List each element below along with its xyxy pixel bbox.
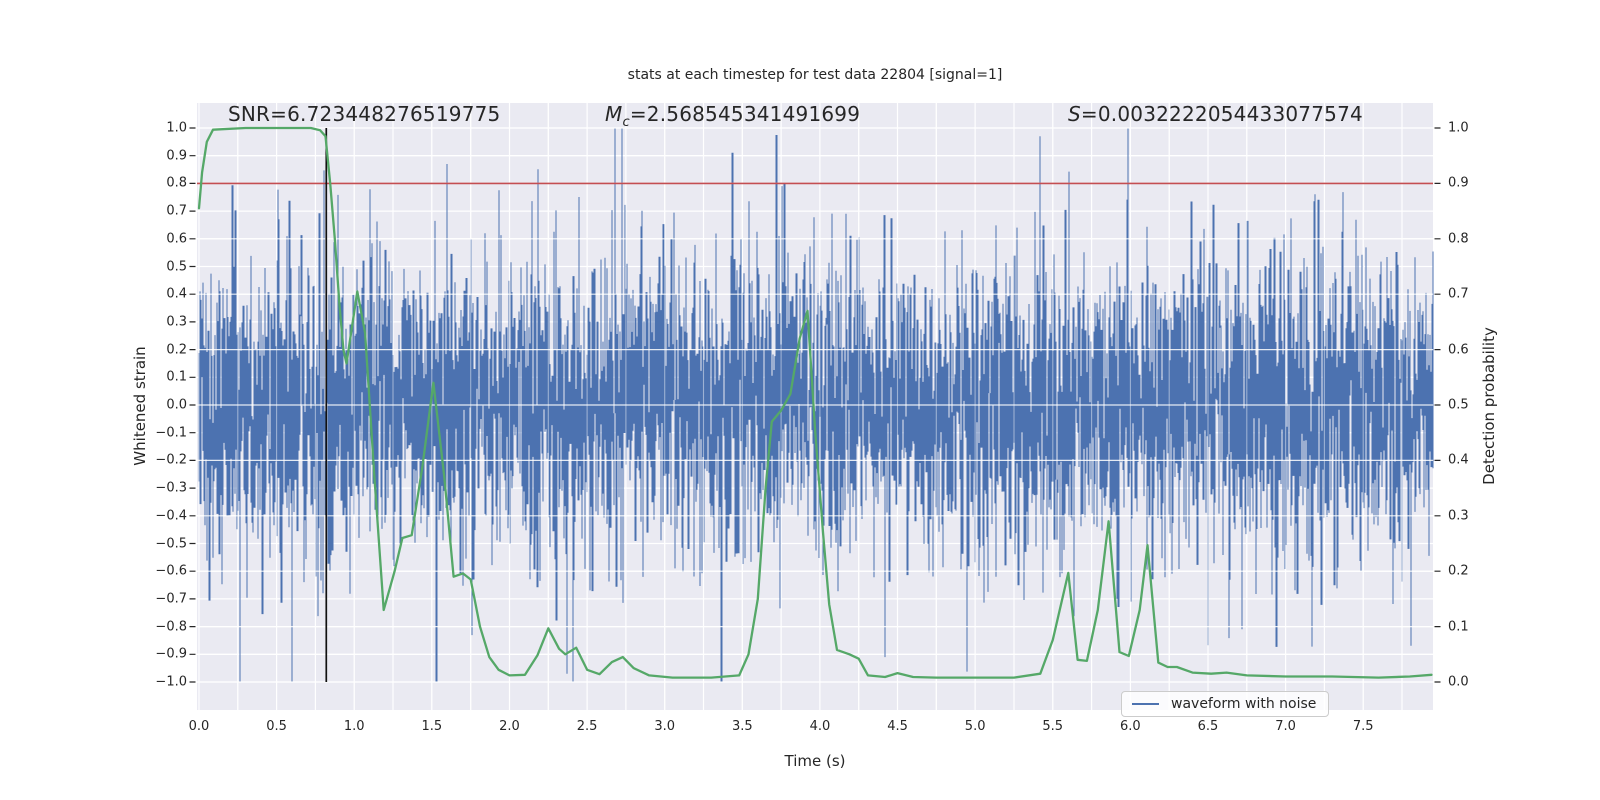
x-tick-label: 1.5 — [421, 719, 443, 734]
x-tick-label: 7.0 — [1275, 719, 1296, 734]
annotation-mc-prefix: M — [605, 102, 623, 126]
right-y-tick-label: 0.7 — [1448, 286, 1469, 302]
left-y-tick-label: −0.6 — [155, 563, 187, 579]
left-y-tick-label: 0.0 — [166, 397, 187, 413]
right-tick-marks — [1434, 127, 1441, 683]
right-y-tick-label: 0.4 — [1448, 452, 1469, 468]
x-tick-label: 2.0 — [499, 719, 520, 734]
right-y-tick-label: 0.9 — [1448, 175, 1469, 191]
x-tick-label: 7.5 — [1352, 719, 1374, 734]
x-tick-label: 2.5 — [576, 719, 598, 734]
left-y-tick-label: 0.7 — [166, 203, 187, 219]
annotation-s-stat: S=0.0032222054433077574 — [1068, 102, 1363, 126]
left-y-tick-label: −0.1 — [155, 425, 187, 441]
annotation-s-value: =0.0032222054433077574 — [1080, 102, 1363, 126]
x-tick-label: 0.0 — [188, 719, 210, 734]
x-tick-label: 4.0 — [809, 719, 831, 734]
left-tick-marks — [189, 127, 196, 683]
left-y-tick-label: −0.4 — [155, 508, 187, 524]
annotation-s-prefix: S — [1068, 102, 1081, 126]
x-tick-label: 4.5 — [887, 719, 908, 734]
right-y-tick-label: 0.6 — [1448, 342, 1469, 358]
x-tick-label: 5.5 — [1042, 719, 1064, 734]
x-tick-label: 6.5 — [1197, 719, 1219, 734]
left-y-tick-label: −0.2 — [155, 452, 187, 468]
left-y-tick-label: 0.3 — [166, 314, 187, 330]
x-axis-label: Time (s) — [784, 752, 846, 770]
y-axis-label-right: Detection probability — [1480, 327, 1498, 485]
figure-canvas: stats at each timestep for test data 228… — [0, 0, 1600, 800]
left-y-tick-label: 0.5 — [166, 259, 187, 274]
left-y-tick-label: −0.9 — [155, 646, 187, 662]
left-y-tick-label: −0.8 — [155, 619, 187, 635]
x-tick-label: 3.0 — [654, 719, 676, 734]
chart-title: stats at each timestep for test data 228… — [627, 67, 1003, 83]
left-y-tick-label: −0.5 — [155, 536, 187, 551]
right-y-tick-label: 0.1 — [1448, 619, 1469, 635]
legend-waveform-label: waveform with noise — [1171, 696, 1317, 712]
right-y-tick-label: 0.2 — [1448, 563, 1469, 579]
annotation-snr-value: =6.723448276519775 — [270, 102, 501, 126]
x-tick-label: 5.0 — [964, 719, 986, 734]
left-y-tick-label: 0.4 — [166, 286, 187, 302]
annotation-mc-subscript: c — [622, 115, 630, 130]
left-y-tick-label: 0.8 — [166, 175, 187, 191]
x-tick-label: 0.5 — [266, 719, 287, 734]
annotation-snr: SNR=6.723448276519775 — [228, 102, 500, 126]
x-tick-label: 6.0 — [1120, 719, 1141, 734]
right-y-tick-label: 0.3 — [1448, 508, 1469, 524]
right-y-tick-label: 0.0 — [1448, 674, 1469, 690]
legend: waveform with noise — [1121, 691, 1330, 717]
x-tick-label: 1.0 — [343, 719, 365, 734]
annotation-mc-value: =2.568545341491699 — [629, 102, 861, 126]
left-y-tick-label: −1.0 — [155, 674, 187, 690]
annotation-snr-prefix: SNR — [228, 102, 271, 126]
annotation-chirp-mass: Mc=2.568545341491699 — [605, 102, 860, 130]
left-y-tick-label: −0.3 — [155, 480, 187, 496]
left-y-tick-label: 0.6 — [166, 231, 187, 247]
left-y-tick-label: −0.7 — [155, 591, 187, 607]
left-y-tick-label: 0.1 — [166, 369, 187, 385]
x-tick-label: 3.5 — [731, 719, 753, 734]
right-y-tick-label: 1.0 — [1448, 120, 1469, 136]
left-y-tick-label: 0.9 — [166, 148, 187, 164]
right-y-tick-label: 0.8 — [1448, 231, 1469, 247]
left-y-tick-label: 0.2 — [166, 342, 187, 358]
right-y-tick-label: 0.5 — [1448, 397, 1469, 413]
legend-waveform-line-sample — [1132, 703, 1159, 705]
left-y-tick-label: 1.0 — [166, 120, 187, 136]
